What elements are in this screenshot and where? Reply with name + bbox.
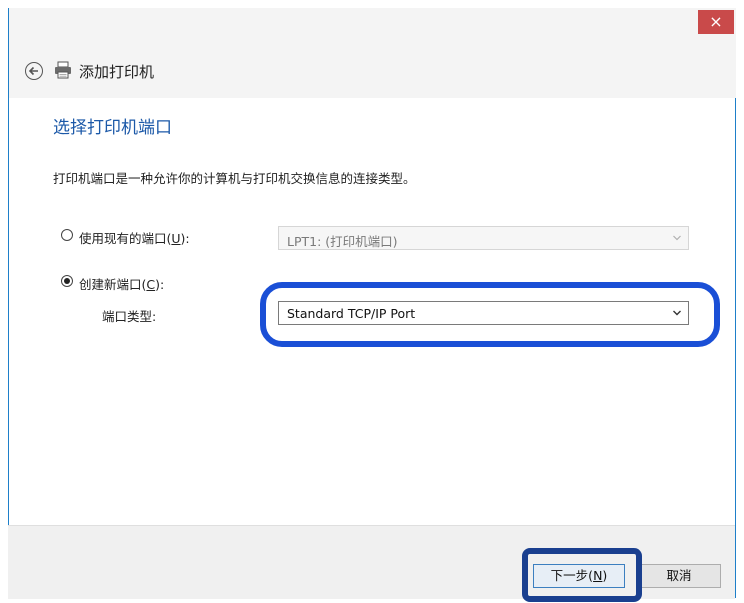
- printer-icon: [55, 61, 71, 79]
- use-existing-mnemonic: U: [171, 231, 181, 246]
- existing-port-select[interactable]: LPT1: (打印机端口): [278, 226, 689, 250]
- use-existing-label-suffix: ):: [180, 231, 190, 246]
- cancel-button[interactable]: 取消: [637, 564, 721, 588]
- create-new-port-label[interactable]: 创建新端口(C):: [79, 274, 164, 293]
- use-existing-port-radio[interactable]: [61, 229, 73, 241]
- use-existing-port-label[interactable]: 使用现有的端口(U):: [79, 228, 190, 247]
- back-button[interactable]: [25, 62, 43, 80]
- create-new-label-prefix: 创建新端口(: [79, 277, 147, 292]
- close-button[interactable]: ×: [698, 10, 734, 34]
- use-existing-label-prefix: 使用现有的端口(: [79, 231, 172, 246]
- close-icon: ×: [709, 12, 723, 31]
- port-type-select[interactable]: Standard TCP/IP Port: [278, 301, 689, 325]
- next-button-prefix: 下一步(: [550, 568, 594, 583]
- existing-port-value: LPT1: (打印机端口): [287, 234, 398, 249]
- create-new-mnemonic: C: [146, 277, 156, 292]
- dialog-title: 添加打印机: [79, 63, 155, 81]
- dialog-header: 添加打印机: [9, 44, 736, 98]
- create-new-port-radio[interactable]: [61, 275, 73, 287]
- chevron-down-icon: [673, 310, 681, 316]
- title-bar: ×: [9, 8, 736, 44]
- page-description: 打印机端口是一种允许你的计算机与打印机交换信息的连接类型。: [53, 171, 416, 186]
- next-button[interactable]: 下一步(N): [533, 564, 625, 588]
- next-button-suffix: ): [602, 568, 608, 583]
- port-type-value: Standard TCP/IP Port: [287, 306, 416, 321]
- create-new-label-suffix: ):: [155, 277, 165, 292]
- back-arrow-icon: [28, 66, 38, 76]
- port-type-label: 端口类型:: [102, 309, 157, 324]
- page-title: 选择打印机端口: [53, 118, 172, 138]
- chevron-down-icon: [673, 235, 681, 241]
